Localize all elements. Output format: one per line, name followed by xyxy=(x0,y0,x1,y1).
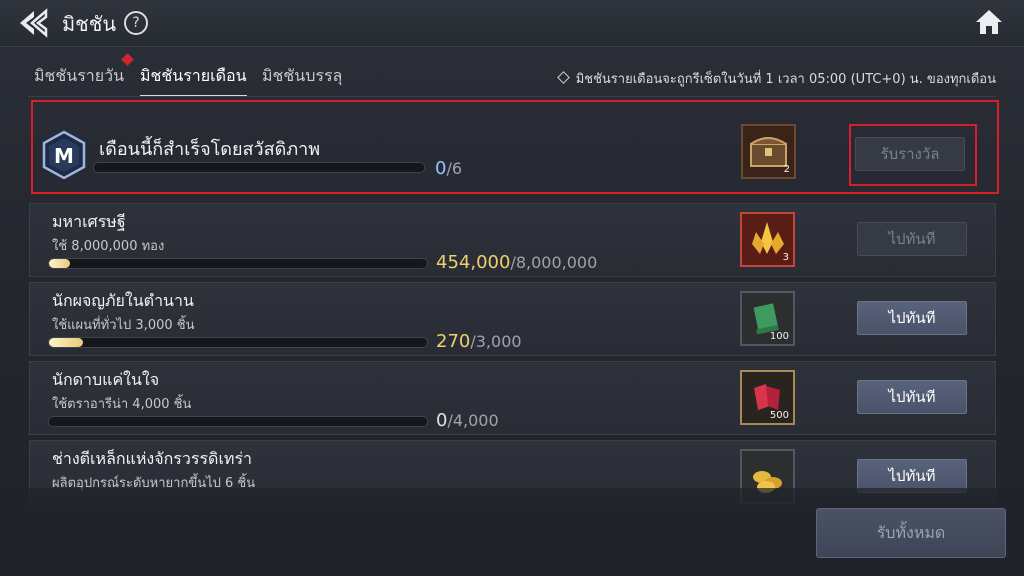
mission-desc: ใช้ 8,000,000 ทอง xyxy=(52,239,165,254)
mission-progress-bar xyxy=(48,258,428,269)
mission-progress-current: 0 xyxy=(436,410,448,431)
mission-progress-total: /3,000 xyxy=(470,332,522,351)
claim-all-button[interactable]: รับทั้งหมด xyxy=(816,508,1006,558)
tab-monthly[interactable]: มิชชันรายเดือน xyxy=(140,64,247,97)
mission-title: นักผจญภัยในตำนาน xyxy=(52,291,194,310)
mission-progress-total: /8,000,000 xyxy=(510,253,598,272)
mission-progress-fill xyxy=(49,338,84,347)
mission-progress-fill xyxy=(49,259,71,268)
mission-reward[interactable]: 100 xyxy=(740,291,795,346)
monthly-title: เดือนนี้ก็สำเร็จโดยสวัสดิภาพ xyxy=(99,139,321,160)
mission-reward-count: 500 xyxy=(769,410,789,421)
mission-progress-bar xyxy=(48,337,428,348)
reset-notice-text: มิชชันรายเดือนจะถูกรีเซ็ตในวันที่ 1 เวลา… xyxy=(575,72,996,87)
mission-desc: ใช้แผนที่ทั่วไป 3,000 ชิ้น xyxy=(52,318,195,333)
mission-progress-text: 270/3,000 xyxy=(436,331,522,352)
mission-progress-total: /4,000 xyxy=(447,411,499,430)
monthly-reward-count: 2 xyxy=(783,164,790,175)
mission-progress-current: 454,000 xyxy=(436,252,511,273)
mission-progress-text: 454,000/8,000,000 xyxy=(436,252,597,273)
top-bar: มิชชัน ? xyxy=(0,0,1024,47)
monthly-progress-current: 0 xyxy=(435,158,447,179)
tab-daily[interactable]: มิชชันรายวัน xyxy=(34,64,124,95)
back-arrow-icon[interactable] xyxy=(18,8,56,38)
mission-reward[interactable]: 500 xyxy=(740,370,795,425)
home-icon[interactable] xyxy=(974,8,1004,36)
monthly-progress-bar xyxy=(93,162,425,173)
page-title: มิชชัน xyxy=(62,12,117,36)
mission-row: นักดาบแค่ในใจ ใช้ตราอารีน่า 4,000 ชิ้น 0… xyxy=(29,361,996,435)
mission-row: มหาเศรษฐี ใช้ 8,000,000 ทอง 454,000/8,00… xyxy=(29,203,996,277)
mission-reward[interactable]: 3 xyxy=(740,212,795,267)
mission-reward-count: 3 xyxy=(782,252,789,263)
tabs-divider xyxy=(28,96,996,97)
mission-title: นักดาบแค่ในใจ xyxy=(52,370,160,389)
mission-reward-count: 100 xyxy=(769,331,789,342)
help-icon[interactable]: ? xyxy=(124,11,148,35)
mission-progress-bar xyxy=(48,416,428,427)
mission-row: นักผจญภัยในตำนาน ใช้แผนที่ทั่วไป 3,000 ช… xyxy=(29,282,996,356)
mission-title: มหาเศรษฐี xyxy=(52,212,126,231)
monthly-reward[interactable]: 2 xyxy=(741,124,796,179)
monthly-progress-total: /6 xyxy=(446,159,463,178)
diamond-icon xyxy=(556,71,570,84)
go-now-button[interactable]: ไปทันที xyxy=(857,301,967,335)
go-now-button[interactable]: ไปทันที xyxy=(857,222,967,256)
mission-desc: ใช้ตราอารีน่า 4,000 ชิ้น xyxy=(52,397,192,412)
monthly-badge-icon: M xyxy=(42,130,86,180)
reset-notice: มิชชันรายเดือนจะถูกรีเซ็ตในวันที่ 1 เวลา… xyxy=(556,68,996,89)
mission-title: ช่างตีเหล็กแห่งจักรวรรดิเทร่า xyxy=(52,449,253,468)
claim-highlight xyxy=(849,124,977,186)
mission-progress-current: 270 xyxy=(436,331,471,352)
monthly-progress-text: 0/6 xyxy=(435,158,462,179)
go-now-button[interactable]: ไปทันที xyxy=(857,380,967,414)
mission-progress-text: 0/4,000 xyxy=(436,410,499,431)
monthly-badge-letter: M xyxy=(54,144,74,168)
tab-achievement[interactable]: มิชชันบรรลุ xyxy=(262,64,342,95)
